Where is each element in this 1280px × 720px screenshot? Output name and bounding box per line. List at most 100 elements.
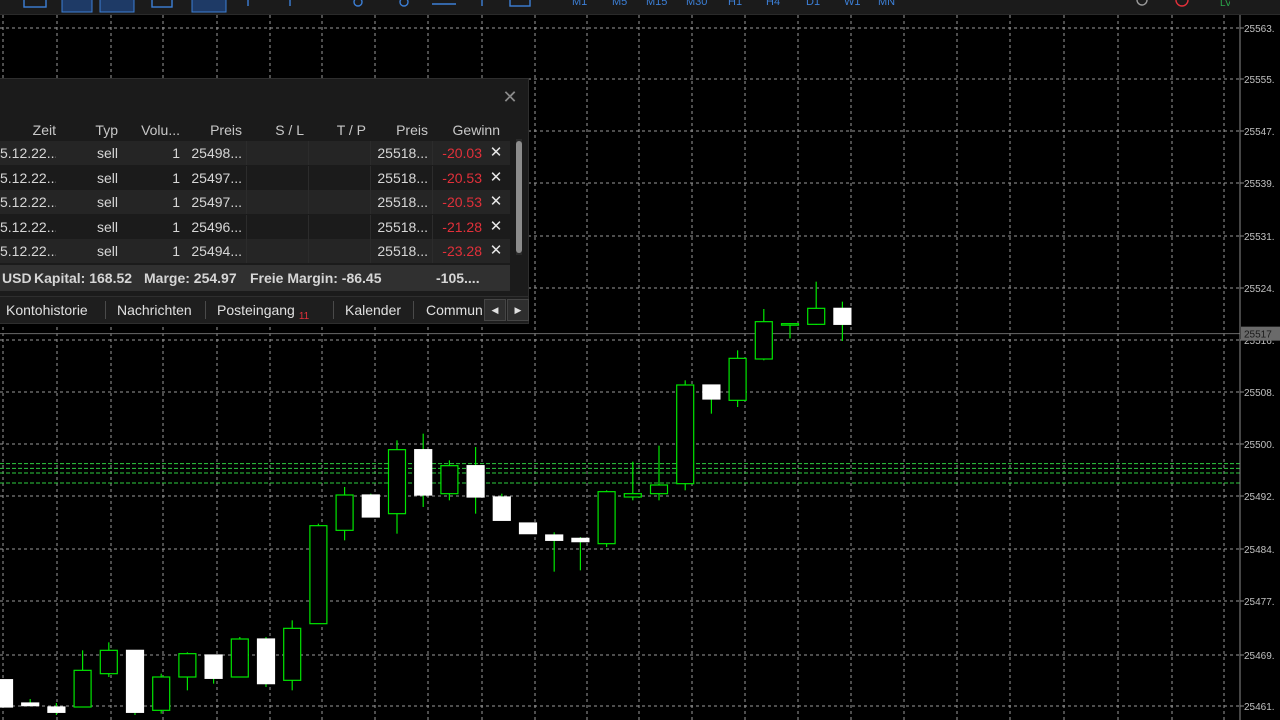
candle xyxy=(649,445,669,501)
summary-total-profit: -105.... xyxy=(436,270,480,286)
cell-sl xyxy=(248,141,304,165)
candle xyxy=(833,301,852,341)
bull-candle-body xyxy=(754,321,773,360)
bull-candle-body xyxy=(309,525,328,625)
tabs-scroll-right-button[interactable]: ▶ xyxy=(507,299,529,321)
cell-type: sell xyxy=(96,194,118,210)
cell-tp xyxy=(310,166,366,190)
column-header[interactable]: Volu... xyxy=(114,119,184,141)
channel-icon[interactable] xyxy=(399,0,409,7)
candle-chart-icon[interactable] xyxy=(99,0,135,13)
crosshair-icon[interactable] xyxy=(191,0,227,13)
bull-candle-body xyxy=(676,384,695,485)
price-axis-label: 25461. xyxy=(1244,702,1275,713)
candlesticks xyxy=(0,281,852,715)
table-row[interactable]: 5.12.22... sell 1 25497... 25518... -20.53 ✕ xyxy=(0,190,510,214)
tabs-scroll-left-button[interactable]: ◀ xyxy=(484,299,506,321)
candle xyxy=(728,350,747,407)
tab-posteingang[interactable]: Posteingang 11 xyxy=(217,297,329,323)
tab-kontohistorie[interactable]: Kontohistorie xyxy=(6,297,100,323)
candle xyxy=(571,537,590,571)
timeframe-m1[interactable]: M1 xyxy=(572,0,587,8)
column-header[interactable]: T / P xyxy=(300,119,370,141)
tab-community[interactable]: Commun xyxy=(426,297,482,323)
column-header[interactable]: Preis xyxy=(362,119,432,141)
column-divider xyxy=(246,239,247,263)
column-header[interactable]: Preis xyxy=(176,119,246,141)
table-row[interactable]: 5.12.22... sell 1 25494... 25518... -23.28 ✕ xyxy=(0,239,510,263)
candle xyxy=(178,652,197,691)
bull-candle-body xyxy=(807,307,826,325)
close-position-icon[interactable]: ✕ xyxy=(488,141,504,165)
table-row[interactable]: 5.12.22... sell 1 25496... 25518... -21.28 ✕ xyxy=(0,214,510,239)
bull-candle-body xyxy=(649,484,669,495)
cell-type: sell xyxy=(96,218,118,235)
toolbar-right-icons: LV xyxy=(1136,0,1230,9)
cell-profit: -21.28 xyxy=(442,218,482,235)
close-position-icon[interactable]: ✕ xyxy=(488,239,504,263)
bull-candle-body xyxy=(99,649,118,675)
price-axis-label: 25524. xyxy=(1244,284,1275,295)
account-icon[interactable] xyxy=(1175,0,1189,7)
cell-volume: 1 xyxy=(172,194,180,210)
candle xyxy=(545,532,564,572)
timeframe-w1[interactable]: W1 xyxy=(844,0,861,8)
window-icon[interactable] xyxy=(23,0,47,8)
cell-time: 5.12.22... xyxy=(0,169,56,186)
bar-chart-icon[interactable] xyxy=(61,0,93,13)
timeframe-h4[interactable]: H4 xyxy=(766,0,780,8)
candle xyxy=(21,699,40,707)
column-header[interactable]: Typ xyxy=(52,119,122,141)
bear-candle-body xyxy=(571,537,590,543)
trendline-icon[interactable] xyxy=(353,0,363,7)
cell-time: 5.12.22... xyxy=(0,243,56,259)
close-position-icon[interactable]: ✕ xyxy=(488,166,504,190)
tab-label: Commun xyxy=(426,302,482,318)
candle xyxy=(387,440,407,534)
column-header[interactable]: Zeit xyxy=(0,119,60,141)
timeframe-h1[interactable]: H1 xyxy=(728,0,742,8)
table-row[interactable]: 5.12.22... sell 1 25497... 25518... -20.53 ✕ xyxy=(0,165,510,190)
close-panel-button[interactable]: ✕ xyxy=(500,87,520,107)
search-icon[interactable] xyxy=(1136,0,1148,6)
table-scrollbar[interactable] xyxy=(516,139,522,255)
tab-divider xyxy=(105,301,106,319)
column-divider xyxy=(370,165,371,190)
tab-kalender[interactable]: Kalender xyxy=(345,297,405,323)
close-position-icon[interactable]: ✕ xyxy=(488,190,504,214)
bear-candle-body xyxy=(361,494,380,518)
tab-nachrichten[interactable]: Nachrichten xyxy=(117,297,197,323)
tab-label: Kalender xyxy=(345,302,402,318)
column-divider xyxy=(432,141,433,165)
table-row[interactable]: 5.12.22... sell 1 25498... 25518... -20.03 ✕ xyxy=(0,141,510,165)
candle xyxy=(152,673,171,714)
column-header[interactable]: Gewinn xyxy=(434,119,504,141)
timeframe-d1[interactable]: D1 xyxy=(806,0,820,8)
close-position-icon[interactable]: ✕ xyxy=(488,215,504,239)
shapes-icon[interactable] xyxy=(509,0,531,7)
bear-candle-body xyxy=(0,679,14,708)
cell-profit: -23.28 xyxy=(442,243,482,259)
timeframe-m15[interactable]: M15 xyxy=(646,0,667,8)
timeframe-mn[interactable]: MN xyxy=(878,0,895,8)
cell-volume: 1 xyxy=(172,169,180,186)
candle xyxy=(440,460,459,501)
timeframe-m30[interactable]: M30 xyxy=(686,0,707,8)
column-header[interactable]: S / L xyxy=(238,119,308,141)
price-axis-label: 25492. xyxy=(1244,492,1275,503)
bull-candle-body xyxy=(178,653,197,678)
cell-profit: -20.03 xyxy=(442,145,482,161)
price-axis-label: 25563. xyxy=(1244,24,1275,35)
scrollbar-thumb[interactable] xyxy=(516,141,522,253)
bull-candle-body xyxy=(623,493,642,498)
cell-volume: 1 xyxy=(172,218,180,235)
cell-type: sell xyxy=(96,145,118,161)
timeframe-m5[interactable]: M5 xyxy=(612,0,627,8)
price-axis-label: 25531. xyxy=(1244,232,1275,243)
cell-tp xyxy=(310,141,366,165)
zoom-icon[interactable] xyxy=(151,0,173,8)
cell-open-price: 25496... xyxy=(191,218,242,235)
price-axis-label: 25539. xyxy=(1244,179,1275,190)
terminal-tabs: Kontohistorie Nachrichten Posteingang 11 … xyxy=(0,296,529,323)
candle xyxy=(361,493,380,518)
